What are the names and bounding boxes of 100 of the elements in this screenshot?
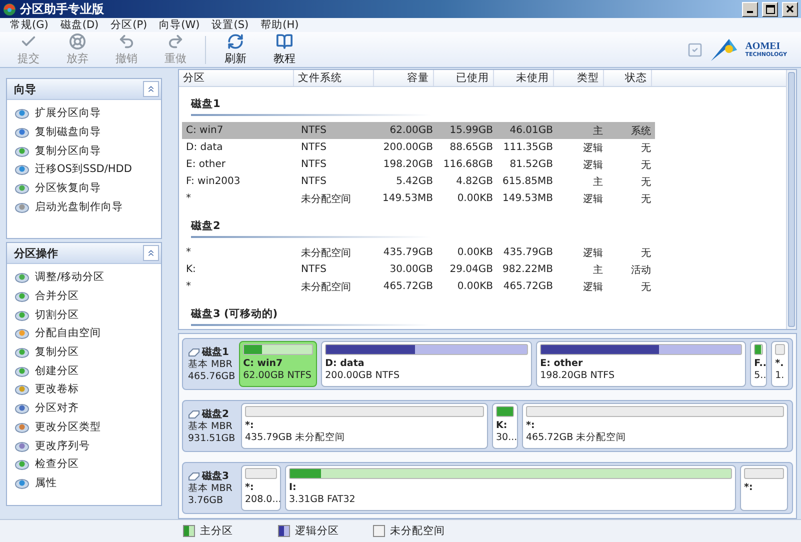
- disk-size: 465.76GB: [188, 371, 236, 383]
- table-cell-text: 5.42GB: [395, 175, 434, 189]
- partition-block[interactable]: I: 3.31GB FAT32: [285, 465, 736, 511]
- table-row[interactable]: * 未分配空间 465.72GB 0.00KB 465.72GB 逻辑 无: [182, 278, 655, 295]
- table-row[interactable]: D: data NTFS 200.00GB 88.65GB 111.35GB 逻辑 无: [182, 139, 655, 156]
- table-row[interactable]: C: win7 NTFS 62.00GB 15.99GB 46.01GB 主 系统: [182, 122, 655, 139]
- sidebar-item[interactable]: 分区恢复向导: [15, 178, 161, 198]
- partition-block[interactable]: *:: [740, 465, 788, 511]
- drive-icon: [15, 458, 29, 470]
- partition-name: E: other: [540, 358, 584, 370]
- maximize-button[interactable]: [762, 2, 778, 16]
- refresh-icon: [227, 33, 244, 50]
- partition-name: *.: [775, 358, 785, 370]
- partition-block[interactable]: *. 1.: [771, 341, 790, 387]
- column-header[interactable]: 容量: [374, 70, 434, 86]
- minimize-button[interactable]: [742, 2, 758, 16]
- disk-card[interactable]: 磁盘1 基本 MBR 465.76GB C: win7 62.00GB NTFS D: data 200.00GB NTFS E: other 198.20GB NTFS F.. 5.. *. 1.: [182, 338, 793, 390]
- table-cell-text: 系统: [630, 124, 652, 138]
- drive-icon: [15, 200, 29, 213]
- table-row[interactable]: * 未分配空间 149.53MB 0.00KB 149.53MB 逻辑 无: [182, 190, 655, 207]
- sidebar-item[interactable]: 复制分区: [15, 342, 161, 362]
- sidebar-item[interactable]: 属性: [15, 474, 161, 492]
- menu-item[interactable]: 向导(W): [153, 18, 206, 32]
- sidebar-item[interactable]: 合并分区: [15, 286, 161, 306]
- menu-item[interactable]: 分区(P): [104, 18, 154, 32]
- partition-block[interactable]: D: data 200.00GB NTFS: [321, 341, 532, 387]
- menu-item[interactable]: 帮助(H): [254, 18, 305, 32]
- table-cell-text: NTFS: [300, 175, 328, 189]
- partition-block[interactable]: C: win7 62.00GB NTFS: [239, 341, 318, 387]
- column-header[interactable]: 未使用: [494, 70, 554, 86]
- partition-detail: 1.: [775, 370, 786, 382]
- drive-icon: [15, 420, 29, 433]
- scrollbar[interactable]: [786, 70, 796, 329]
- disk-name: 磁盘3: [202, 470, 229, 483]
- usage-bar: [243, 344, 314, 355]
- partition-block[interactable]: *: 435.79GB 未分配空间: [241, 403, 488, 449]
- sidebar-item[interactable]: 创建分区: [15, 361, 161, 380]
- column-header[interactable]: 状态: [604, 70, 652, 86]
- ring-icon: [69, 33, 86, 50]
- disk-size: 3.76GB: [188, 495, 224, 507]
- check-square-icon: [687, 42, 704, 58]
- table-cell-text: 活动: [630, 264, 652, 278]
- sidebar-item[interactable]: 复制分区向导: [15, 141, 161, 160]
- usage-bar: [496, 406, 514, 417]
- table-cell-text: C: win7: [185, 124, 224, 138]
- table-row[interactable]: E: other NTFS 198.20GB 116.68GB 81.52GB 逻辑 无: [182, 156, 655, 173]
- partition-block[interactable]: *: 208.0...: [241, 465, 281, 511]
- collapse-button[interactable]: [143, 81, 159, 97]
- drive-icon: [15, 182, 29, 194]
- menu-item[interactable]: 设置(S): [206, 18, 255, 32]
- table-cell-text: K:: [185, 263, 197, 277]
- table-cell-text: 29.04GB: [448, 263, 494, 277]
- sidebar-item[interactable]: 启动光盘制作向导: [15, 197, 161, 216]
- drive-icon: [15, 476, 29, 489]
- table-cell-text: 435.79GB: [502, 246, 554, 260]
- table-cell-text: 435.79GB: [382, 246, 434, 260]
- table-cell-text: 逻辑: [582, 142, 604, 156]
- close-button[interactable]: [782, 2, 798, 16]
- sidebar-item[interactable]: 复制磁盘向导: [15, 122, 161, 142]
- table-cell-text: 逻辑: [582, 192, 604, 206]
- legend-swatch: [183, 525, 195, 537]
- sidebar-item[interactable]: 检查分区: [15, 454, 161, 474]
- table-cell-text: 未分配空间: [300, 192, 352, 206]
- table-cell-text: 15.99GB: [448, 124, 494, 138]
- table-cell-text: 无: [640, 142, 652, 156]
- menu-item[interactable]: 常规(G): [4, 18, 54, 32]
- column-header[interactable]: 类型: [554, 70, 604, 86]
- partition-block[interactable]: F.. 5..: [750, 341, 768, 387]
- table-row[interactable]: K: NTFS 30.00GB 29.04GB 982.22MB 主 活动: [182, 261, 655, 278]
- toolbar-button[interactable]: 教程: [260, 33, 309, 66]
- table-row[interactable]: F: win2003 NTFS 5.42GB 4.82GB 615.85MB 主 无: [182, 173, 655, 190]
- column-header[interactable]: 分区: [179, 70, 294, 86]
- sidebar-item[interactable]: 调整/移动分区: [15, 268, 161, 287]
- sidebar-item[interactable]: 更改分区类型: [15, 418, 161, 436]
- toolbar-button[interactable]: 刷新: [211, 33, 260, 66]
- sidebar-item[interactable]: 分区对齐: [15, 398, 161, 418]
- collapse-button[interactable]: [143, 245, 159, 261]
- sidebar-item[interactable]: 分配自由空间: [15, 324, 161, 343]
- table-cell-text: 46.01GB: [508, 124, 554, 138]
- table-cell-text: 149.53MB: [502, 192, 554, 206]
- table-row[interactable]: * 未分配空间 435.79GB 0.00KB 435.79GB 逻辑 无: [182, 244, 655, 261]
- disk-card[interactable]: 磁盘3 基本 MBR 3.76GB *: 208.0... I: 3.31GB FAT32 *:: [182, 462, 793, 514]
- sidebar-item[interactable]: 迁移OS到SSD/HDD: [15, 160, 161, 179]
- column-header[interactable]: 文件系统: [294, 70, 374, 86]
- sidebar-item[interactable]: 更改序列号: [15, 436, 161, 455]
- column-header[interactable]: 已使用: [434, 70, 494, 86]
- sidebar-item[interactable]: 扩展分区向导: [15, 104, 161, 123]
- sidebar-item[interactable]: 切割分区: [15, 305, 161, 324]
- table-cell-text: 149.53MB: [382, 192, 434, 206]
- disk-heading: 磁盘3 (可移动的): [191, 304, 431, 326]
- partition-block[interactable]: *: 465.72GB 未分配空间: [522, 403, 788, 449]
- table-cell-text: *: [185, 246, 192, 260]
- partition-block[interactable]: E: other 198.20GB NTFS: [536, 341, 746, 387]
- partition-block[interactable]: K: 30...: [492, 403, 518, 449]
- table-cell-text: 逻辑: [582, 246, 604, 260]
- menu-item[interactable]: 磁盘(D): [54, 18, 105, 32]
- drive-icon: [15, 144, 29, 157]
- table-cell-text: 无: [640, 192, 652, 206]
- sidebar-item[interactable]: 更改卷标: [15, 380, 161, 399]
- disk-card[interactable]: 磁盘2 基本 MBR 931.51GB *: 435.79GB 未分配空间 K: 30... *: 465.72GB 未分配空间: [182, 400, 793, 452]
